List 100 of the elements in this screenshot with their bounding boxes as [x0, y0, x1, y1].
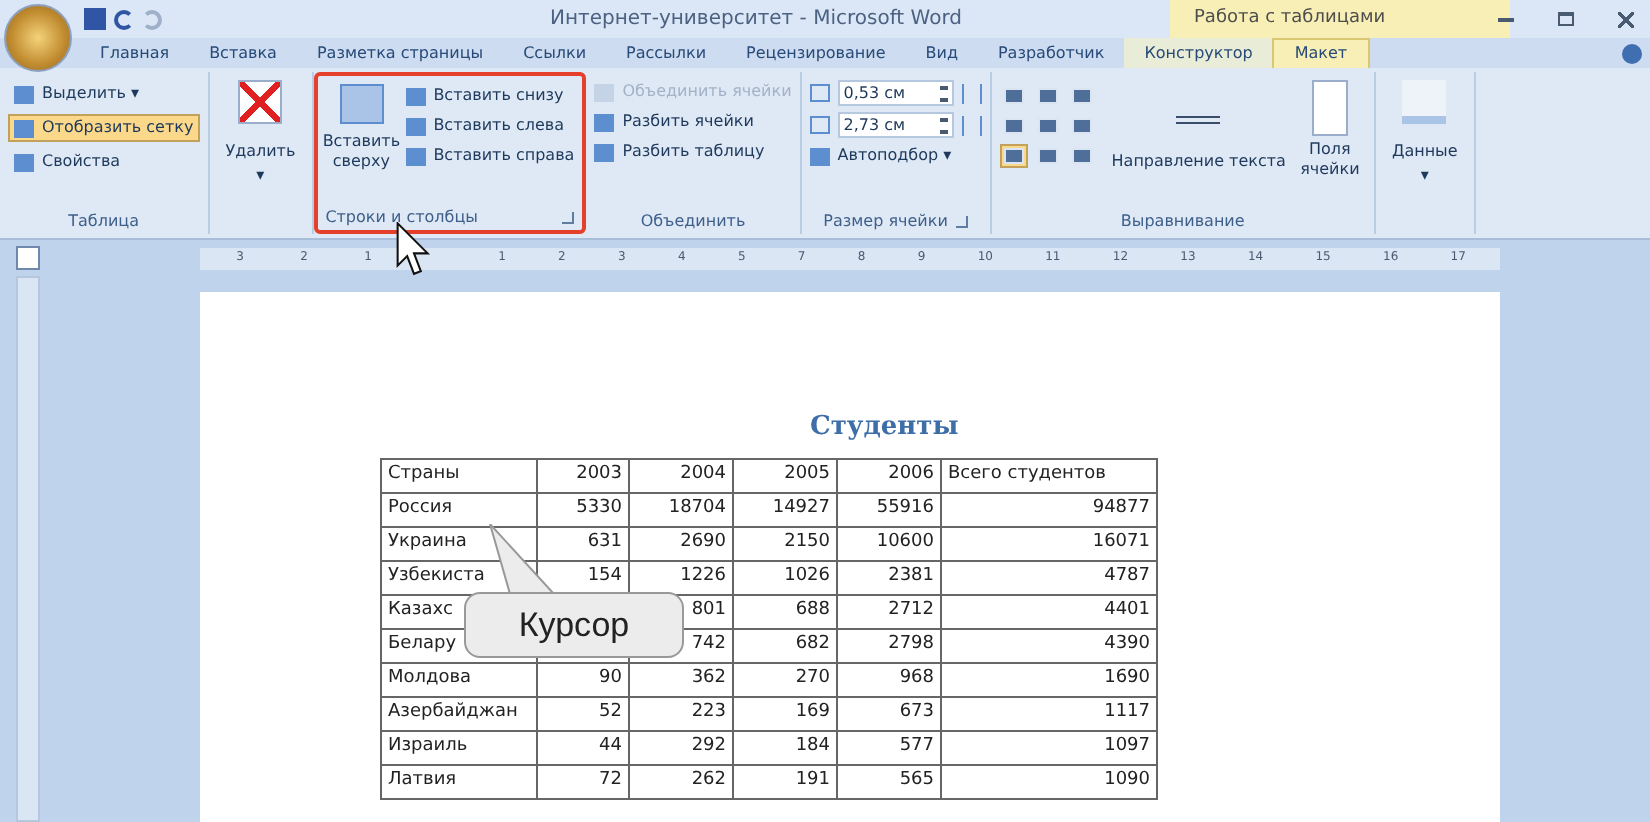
callout-tail [486, 524, 558, 596]
autofit-button[interactable]: Автоподбор ▾ [809, 144, 982, 168]
context-tab-header: Работа с таблицами [1170, 0, 1510, 38]
table-cell: 577 [837, 730, 941, 764]
close-icon [1618, 11, 1634, 27]
group-title: Строки и столбцы [325, 206, 478, 230]
ribbon-tab[interactable]: Конструктор [1124, 38, 1273, 68]
redo-icon [142, 9, 162, 29]
maximize-icon [1558, 12, 1574, 26]
table-cell: 565 [837, 764, 941, 798]
table-cell: 1117 [941, 696, 1157, 730]
ribbon-tab[interactable]: Разработчик [977, 38, 1125, 68]
table-cell: Россия [381, 492, 537, 526]
table-cell: 72 [537, 764, 629, 798]
table-cell: 673 [837, 696, 941, 730]
align-button[interactable] [1033, 144, 1062, 168]
spin-field[interactable]: 2,73 см [837, 112, 954, 138]
table-cell: 2005 [733, 458, 837, 492]
text-direction-button[interactable]: Направление текста [1111, 80, 1286, 172]
column-width-icon [809, 116, 830, 134]
table-cell: 5330 [537, 492, 629, 526]
align-button[interactable] [1067, 84, 1096, 108]
ribbon-button[interactable]: Свойства [8, 148, 200, 176]
table-cell: 52 [537, 696, 629, 730]
table-cell: 270 [733, 662, 837, 696]
table-cell: 682 [733, 628, 837, 662]
delete-button[interactable]: Удалить ▾ [217, 80, 304, 188]
ruler-toggle[interactable] [16, 246, 40, 270]
group-title: Объединить [640, 210, 746, 234]
table-cell: 1026 [733, 560, 837, 594]
ribbon-button[interactable]: Разбить ячейки [594, 110, 792, 134]
table-cell: 10600 [837, 526, 941, 560]
data-button[interactable]: Данные ▾ [1383, 80, 1466, 188]
dialog-launcher-icon [955, 216, 968, 228]
delete-table-icon [238, 80, 283, 124]
table-cell: 90 [537, 662, 629, 696]
align-button[interactable] [1067, 144, 1096, 168]
table-cell: 223 [629, 696, 733, 730]
spin-field[interactable]: 0,53 см [837, 80, 954, 106]
table-cell: 55916 [837, 492, 941, 526]
ribbon-tab[interactable]: Макет [1272, 38, 1370, 68]
align-button[interactable] [1067, 114, 1096, 138]
table-cell: 14927 [733, 492, 837, 526]
align-button[interactable] [1033, 114, 1062, 138]
ribbon-tab[interactable]: Разметка страницы [296, 38, 504, 68]
table-cell: 16071 [941, 526, 1157, 560]
document-heading: Студенты [810, 410, 959, 446]
ribbon-tab[interactable]: Главная [80, 38, 190, 68]
align-button[interactable] [1033, 84, 1062, 108]
undo-icon [114, 9, 134, 29]
table-cell: 191 [733, 764, 837, 798]
insert-above-button[interactable]: Вставить сверху [325, 84, 398, 172]
window-title: Интернет-университет - Microsoft Word [550, 6, 962, 34]
table-cell: 94877 [941, 492, 1157, 526]
table-cell: Страны [381, 458, 537, 492]
group-title: Таблица [68, 210, 140, 234]
office-button[interactable] [4, 4, 72, 72]
table-cell: 2006 [837, 458, 941, 492]
ribbon-button[interactable]: Выделить ▾ [8, 80, 200, 108]
table-cell: 2690 [629, 526, 733, 560]
table-cell: 362 [629, 662, 733, 696]
table-cell: 18704 [629, 492, 733, 526]
ribbon-tab[interactable]: Вид [905, 38, 978, 68]
save-icon [84, 8, 106, 30]
table-cell: 968 [837, 662, 941, 696]
ribbon-button[interactable]: Вставить снизу [405, 84, 575, 108]
ribbon-tab[interactable]: Вставка [189, 38, 297, 68]
table-cell: 4401 [941, 594, 1157, 628]
row-height-icon [809, 84, 830, 102]
ribbon-tab[interactable]: Рассылки [606, 38, 727, 68]
table-cell: 262 [629, 764, 733, 798]
table-cell: 2150 [733, 526, 837, 560]
table-cell: 1090 [941, 764, 1157, 798]
align-button[interactable] [999, 144, 1028, 168]
table-cell: Азербайджан [381, 696, 537, 730]
ribbon-tab[interactable]: Рецензирование [726, 38, 906, 68]
cell-margins-button[interactable]: Поля ячейки [1293, 80, 1366, 180]
align-button[interactable] [999, 114, 1028, 138]
align-button[interactable] [999, 84, 1028, 108]
ribbon-button[interactable]: Отобразить сетку [8, 114, 200, 142]
ribbon-button[interactable]: Вставить справа [405, 144, 575, 168]
distribute-icon [961, 115, 982, 135]
table-cell: 2004 [629, 458, 733, 492]
table-cell: Израиль [381, 730, 537, 764]
table-cell: 292 [629, 730, 733, 764]
table-cell: 4787 [941, 560, 1157, 594]
dialog-launcher-icon [562, 212, 575, 224]
table-cell: Всего студентов [941, 458, 1157, 492]
table-cell: 2381 [837, 560, 941, 594]
ribbon-tab[interactable]: Ссылки [503, 38, 607, 68]
distribute-icon [961, 83, 982, 103]
group-title: Выравнивание [1120, 210, 1245, 234]
table-cell: 44 [537, 730, 629, 764]
ribbon-button[interactable]: Разбить таблицу [594, 140, 792, 164]
table-cell: Латвия [381, 764, 537, 798]
table-cell: 169 [733, 696, 837, 730]
table-cell: Молдова [381, 662, 537, 696]
table-cell: 2798 [837, 628, 941, 662]
table-cell: 2003 [537, 458, 629, 492]
ribbon-button[interactable]: Вставить слева [405, 114, 575, 138]
